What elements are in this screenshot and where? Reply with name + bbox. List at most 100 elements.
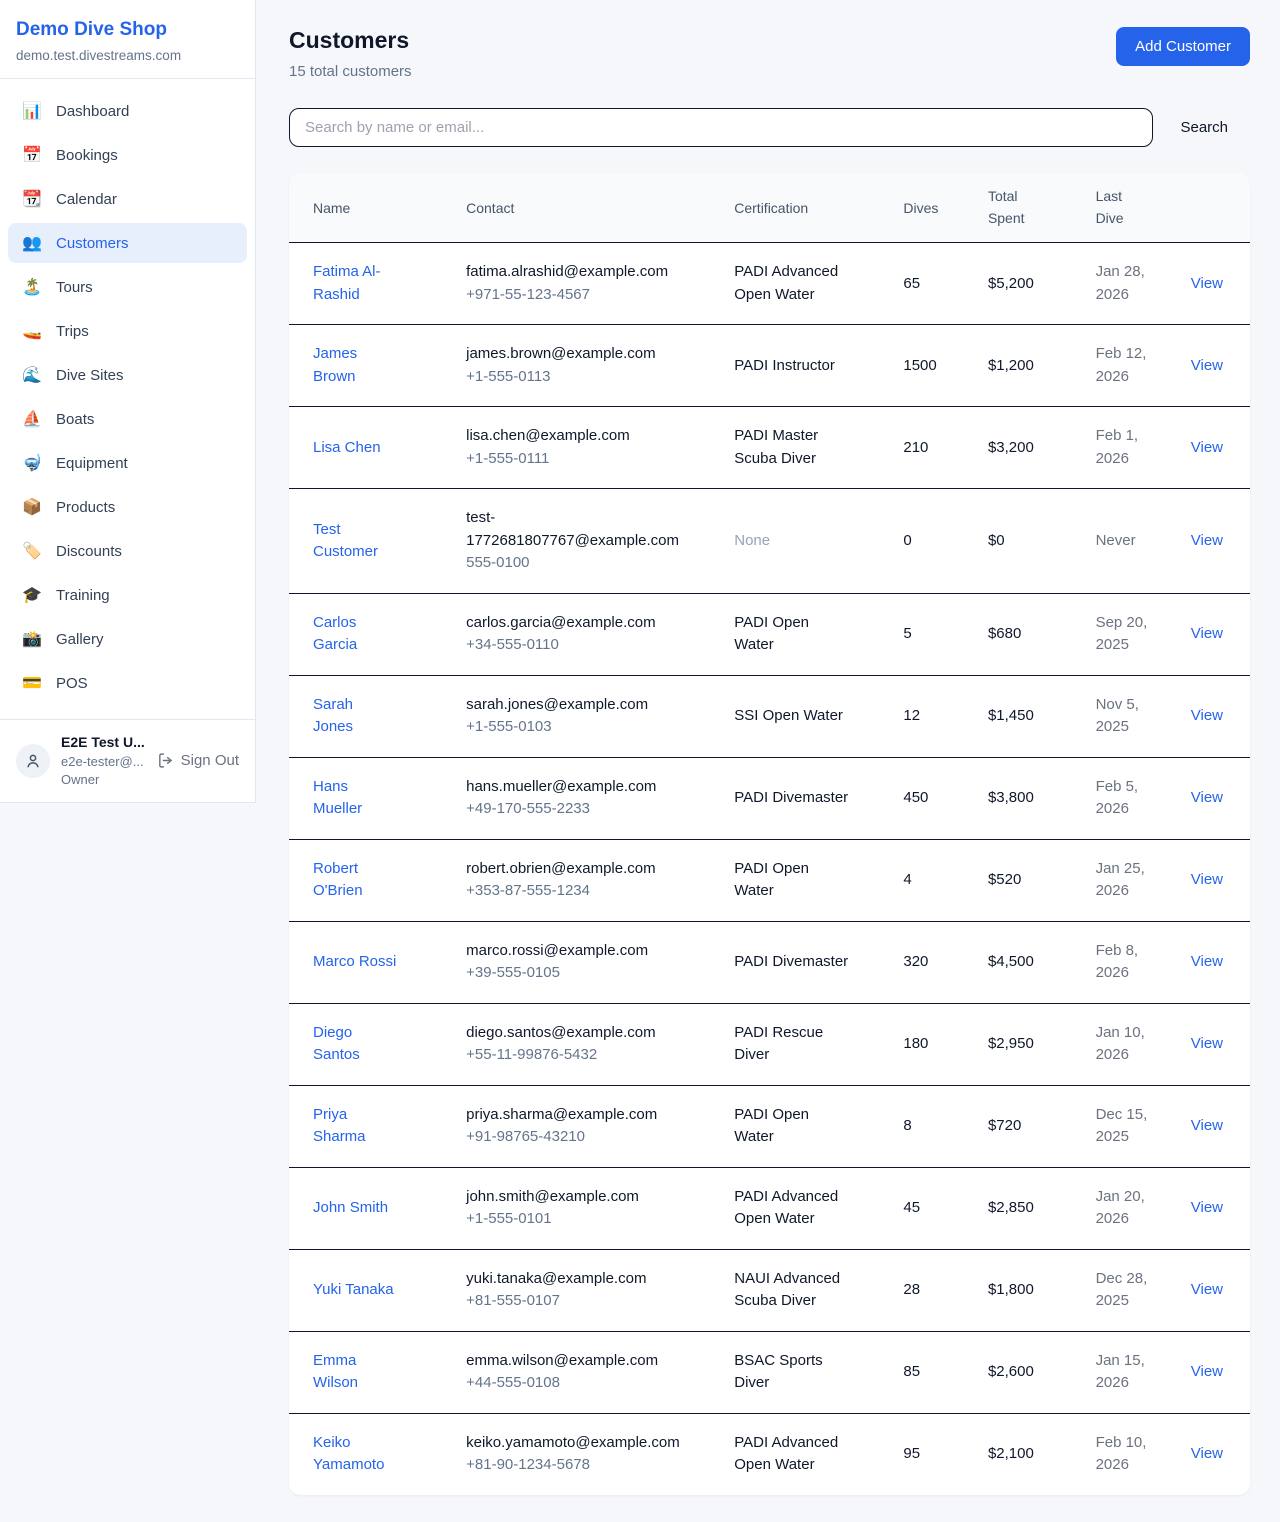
customer-email: marco.rossi@example.com [466,940,648,963]
customer-phone: +55-11-99876-5432 [466,1044,718,1067]
view-customer-link[interactable]: View [1191,439,1223,456]
customer-name-link[interactable]: Fatima Al-Rashid [313,261,397,306]
column-header-total-spent: Total Spent [980,173,1088,243]
page-header: Customers 15 total customers Add Custome… [289,27,1250,80]
customer-total-spent-cell: $1,800 [980,1249,1088,1331]
customer-name-link[interactable]: Yuki Tanaka [313,1279,394,1302]
table-row: Sarah Jones sarah.jones@example.com+1-555… [289,675,1250,757]
search-button[interactable]: Search [1180,119,1228,136]
customer-total-spent-cell: $520 [980,839,1088,921]
customer-name-link[interactable]: Test Customer [313,519,397,564]
customer-dives-cell: 450 [895,757,980,839]
customer-name-link[interactable]: Priya Sharma [313,1104,397,1149]
sidebar-item-dive-sites[interactable]: 🌊Dive Sites [8,355,247,395]
sidebar-item-tours[interactable]: 🏝️Tours [8,267,247,307]
sidebar-item-equipment[interactable]: 🤿Equipment [8,443,247,483]
search-input[interactable] [289,108,1153,147]
customer-name-cell: Robert O'Brien [289,839,458,921]
sidebar-user-section: E2E Test U... e2e-tester@... Owner Sign … [0,719,255,802]
view-customer-link[interactable]: View [1191,1199,1223,1216]
page-subtitle: 15 total customers [289,63,412,80]
view-customer-link[interactable]: View [1191,871,1223,888]
customer-phone: +1-555-0101 [466,1208,718,1231]
sidebar-item-bookings[interactable]: 📅Bookings [8,135,247,175]
view-customer-link[interactable]: View [1191,1445,1223,1462]
customer-total-spent-cell: $3,800 [980,757,1088,839]
customer-certification: SSI Open Water [734,705,843,728]
view-customer-link[interactable]: View [1191,625,1223,642]
customer-name-link[interactable]: John Smith [313,1197,388,1220]
customer-certification: NAUI Advanced Scuba Diver [734,1268,852,1313]
customer-name-link[interactable]: Hans Mueller [313,776,397,821]
customer-name-link[interactable]: Marco Rossi [313,951,396,974]
add-customer-button[interactable]: Add Customer [1116,27,1250,66]
sidebar-item-dashboard[interactable]: 📊Dashboard [8,91,247,131]
customer-name-cell: Fatima Al-Rashid [289,243,458,325]
customer-name-link[interactable]: Diego Santos [313,1022,397,1067]
customer-last-dive-cell: Dec 15, 2025 [1088,1085,1180,1167]
view-customer-link[interactable]: View [1191,707,1223,724]
customer-contact-cell: marco.rossi@example.com+39-555-0105 [458,921,726,1003]
table-row: Fatima Al-Rashidfatima.alrashid@example.… [289,243,1250,325]
view-customer-link[interactable]: View [1191,532,1223,549]
sidebar-item-label: Gallery [56,631,104,648]
view-customer-link[interactable]: View [1191,275,1223,292]
customer-actions-cell: View [1180,839,1250,921]
sign-out-button[interactable]: Sign Out [157,752,239,769]
customer-email: yuki.tanaka@example.com [466,1268,646,1291]
customer-name-link[interactable]: James Brown [313,343,397,388]
user-role: Owner [61,771,146,789]
customer-certification: PADI Rescue Diver [734,1022,852,1067]
customer-certification-cell: PADI Advanced Open Water [726,1413,895,1495]
page-header-text: Customers 15 total customers [289,27,412,80]
customer-name-link[interactable]: Robert O'Brien [313,858,397,903]
sidebar-item-boats[interactable]: ⛵Boats [8,399,247,439]
sidebar-item-label: Trips [56,323,89,340]
sidebar-item-pos[interactable]: 💳POS [8,663,247,703]
customer-name-link[interactable]: Lisa Chen [313,437,381,460]
customer-actions-cell: View [1180,1413,1250,1495]
customer-name-link[interactable]: Keiko Yamamoto [313,1432,397,1477]
view-customer-link[interactable]: View [1191,357,1223,374]
customer-email: john.smith@example.com [466,1186,639,1209]
sidebar-item-trips[interactable]: 🚤 Trips [8,311,247,351]
customer-certification-cell: PADI Rescue Diver [726,1003,895,1085]
customer-name-link[interactable]: Emma Wilson [313,1350,397,1395]
user-email: e2e-tester@... [61,753,146,771]
customer-phone: +81-90-1234-5678 [466,1454,718,1477]
view-customer-link[interactable]: View [1191,1117,1223,1134]
sidebar-item-discounts[interactable]: 🏷️Discounts [8,531,247,571]
view-customer-link[interactable]: View [1191,1035,1223,1052]
customer-name-link[interactable]: Carlos Garcia [313,612,397,657]
table-header-row: NameContactCertificationDivesTotal Spent… [289,173,1250,243]
customer-last-dive: Jan 20, 2026 [1096,1186,1158,1231]
customer-name-link[interactable]: Sarah Jones [313,694,397,739]
sidebar-item-gallery[interactable]: 📸Gallery [8,619,247,659]
view-customer-link[interactable]: View [1191,953,1223,970]
view-customer-link[interactable]: View [1191,1281,1223,1298]
customer-dives-cell: 210 [895,407,980,489]
column-header-last-dive: Last Dive [1088,173,1180,243]
sidebar-item-calendar[interactable]: 📆Calendar [8,179,247,219]
trips-icon: 🚤 [21,321,43,341]
tours-icon: 🏝️ [21,277,43,297]
customer-email: sarah.jones@example.com [466,694,648,717]
sidebar-item-training[interactable]: 🎓Training [8,575,247,615]
customer-last-dive: Never [1096,530,1136,553]
customer-total-spent-cell: $680 [980,593,1088,675]
sidebar-item-label: Training [56,587,110,604]
view-customer-link[interactable]: View [1191,1363,1223,1380]
customer-name-cell: Test Customer [289,489,458,594]
customer-phone: +44-555-0108 [466,1372,718,1395]
boats-icon: ⛵ [21,409,43,429]
sidebar-item-label: Calendar [56,191,117,208]
sidebar-item-customers[interactable]: 👥Customers [8,223,247,263]
view-customer-link[interactable]: View [1191,789,1223,806]
customer-phone: +971-55-123-4567 [466,284,718,307]
column-header-label: Total Spent [988,186,1032,229]
customer-last-dive-cell: Jan 10, 2026 [1088,1003,1180,1085]
customer-contact-cell: sarah.jones@example.com+1-555-0103 [458,675,726,757]
user-name: E2E Test U... [61,733,146,753]
sidebar-item-products[interactable]: 📦Products [8,487,247,527]
sidebar-nav: 📊Dashboard📅Bookings📆Calendar👥Customers🏝️… [0,79,255,719]
